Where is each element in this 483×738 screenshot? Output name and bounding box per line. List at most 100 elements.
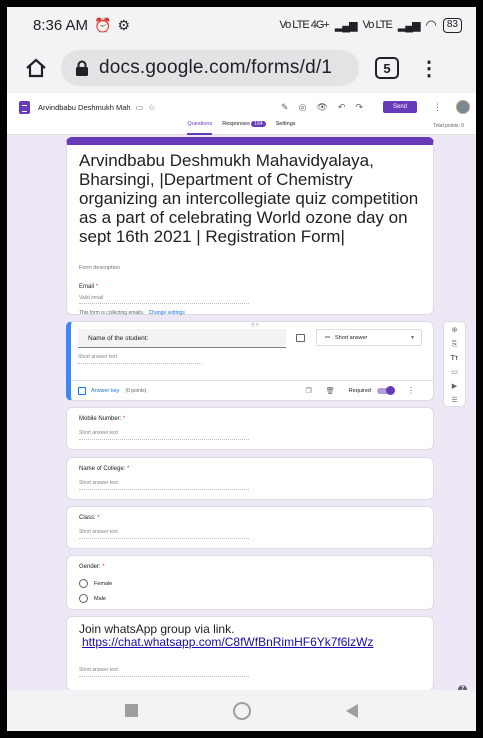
gear-icon: ⚙ bbox=[117, 16, 131, 33]
home-button[interactable] bbox=[232, 701, 251, 720]
answer-key-link[interactable]: Answer key bbox=[91, 388, 119, 394]
email-label-text: Email bbox=[79, 284, 95, 290]
side-toolbar: ⊕ ⎘ Tт ▭ ▶ ☰ bbox=[443, 321, 466, 407]
form-title[interactable]: Arvindbabu Deshmukh Mahavidyalaya, Bhars… bbox=[79, 151, 424, 246]
active-question-card[interactable]: ⠿⠿ Name of the student: ═ Short answer ▼… bbox=[66, 321, 434, 401]
question-footer: Answer key (0 points) ❐ 🗑 Required ⋮ bbox=[71, 380, 433, 400]
doc-title[interactable]: Arvindbabu Deshmukh Mah bbox=[38, 103, 131, 112]
chevron-down-icon: ▼ bbox=[410, 334, 415, 341]
question-card-gender[interactable]: Gender: * Female Male bbox=[66, 555, 434, 610]
home-icon[interactable] bbox=[21, 53, 51, 83]
url-text: docs.google.com/forms/d/1 bbox=[99, 57, 333, 78]
short-answer-placeholder: Short answer text bbox=[78, 354, 202, 364]
more-options-icon[interactable]: ⋮ bbox=[407, 386, 415, 395]
required-asterisk: * bbox=[102, 564, 105, 570]
address-bar[interactable]: docs.google.com/forms/d/1 bbox=[61, 50, 359, 86]
change-settings-link[interactable]: Change settings bbox=[149, 310, 185, 316]
question-card-college[interactable]: Name of College: * Short answer text bbox=[66, 457, 434, 500]
short-answer-placeholder: Short answer text bbox=[79, 529, 249, 539]
email-label: Email * bbox=[79, 284, 98, 290]
required-toggle[interactable] bbox=[377, 385, 395, 395]
question-card-mobile[interactable]: Mobile Number: * Short answer text bbox=[66, 407, 434, 450]
question-card-class[interactable]: Class: * Short answer text bbox=[66, 506, 434, 549]
forms-logo-icon[interactable] bbox=[19, 100, 30, 114]
customize-theme-icon[interactable]: ✎ bbox=[281, 102, 289, 113]
tab-responses-label: Responses bbox=[222, 121, 250, 127]
wifi-icon: ◠ bbox=[425, 17, 437, 32]
collecting-text: This form is collecting emails. bbox=[79, 310, 145, 316]
browser-menu-icon[interactable]: ⋮ bbox=[419, 56, 439, 81]
signal-icon: ▂▄▆ bbox=[397, 19, 421, 32]
network-1-label: Vo LTE 4G+ bbox=[279, 19, 329, 31]
question-label-text: Class: bbox=[79, 515, 96, 521]
add-question-icon[interactable]: ⊕ bbox=[450, 326, 460, 336]
responses-count-badge: 164 bbox=[251, 121, 266, 127]
question-type-select[interactable]: ═ Short answer ▼ bbox=[316, 329, 422, 346]
back-button[interactable] bbox=[346, 703, 359, 718]
status-bar: 8:36 AM ⏰ ⚙ Vo LTE 4G+ ▂▄▆ Vo LTE ▂▄▆ ◠ … bbox=[7, 7, 476, 43]
whatsapp-link[interactable]: https://chat.whatsapp.com/C8fWfBnRimHF6Y… bbox=[82, 636, 427, 649]
radio-option-female[interactable]: Female bbox=[79, 579, 112, 588]
redo-icon[interactable]: ↷ bbox=[355, 102, 363, 113]
radio-button[interactable] bbox=[79, 594, 88, 603]
required-label: Required bbox=[348, 387, 371, 394]
tab-switcher-button[interactable]: 5 bbox=[375, 57, 399, 79]
undo-icon[interactable]: ↶ bbox=[338, 102, 346, 113]
question-title-input[interactable]: Name of the student: bbox=[78, 329, 286, 348]
radio-option-label: Male bbox=[94, 595, 106, 602]
forms-tabs: Questions Responses 164 Settings bbox=[7, 121, 476, 135]
palette-icon[interactable]: ◎ bbox=[299, 102, 307, 113]
email-field[interactable]: Valid email bbox=[79, 295, 249, 304]
system-nav-bar bbox=[7, 690, 476, 731]
add-title-icon[interactable]: Tт bbox=[450, 354, 460, 364]
required-asterisk: * bbox=[127, 466, 130, 472]
add-video-icon[interactable]: ▶ bbox=[450, 382, 460, 392]
question-label: Gender: * bbox=[79, 564, 105, 570]
tab-settings[interactable]: Settings bbox=[276, 121, 296, 135]
delete-icon[interactable]: 🗑 bbox=[326, 387, 335, 395]
network-2-label: Vo LTE bbox=[362, 19, 393, 31]
duplicate-icon[interactable]: ❐ bbox=[306, 387, 312, 395]
tab-responses[interactable]: Responses 164 bbox=[222, 121, 266, 135]
radio-button[interactable] bbox=[79, 579, 88, 588]
form-title-card[interactable]: Arvindbabu Deshmukh Mahavidyalaya, Bhars… bbox=[66, 137, 434, 316]
question-label: Mobile Number: * bbox=[79, 416, 125, 422]
preview-eye-icon[interactable]: 👁 bbox=[316, 102, 327, 113]
form-description[interactable]: Form description bbox=[79, 265, 120, 271]
avatar[interactable] bbox=[456, 100, 470, 114]
send-button[interactable]: Send bbox=[382, 101, 417, 113]
required-asterisk: * bbox=[97, 515, 100, 521]
required-asterisk: * bbox=[123, 416, 126, 422]
form-canvas: Arvindbabu Deshmukh Mahavidyalaya, Bhars… bbox=[7, 135, 476, 690]
alarm-icon: ⏰ bbox=[94, 16, 112, 33]
short-answer-icon: ═ bbox=[325, 334, 330, 341]
short-answer-placeholder: Short answer text bbox=[79, 430, 249, 440]
more-options-icon[interactable]: ⋮ bbox=[433, 102, 442, 113]
forms-header: Arvindbabu Deshmukh Mah ▭ ☆ ✎ ◎ 👁 ↶ ↷ Se… bbox=[7, 93, 476, 135]
question-label-text: Mobile Number: bbox=[79, 416, 122, 422]
import-questions-icon[interactable]: ⎘ bbox=[450, 340, 460, 350]
add-image-icon[interactable] bbox=[296, 334, 305, 342]
add-image-icon[interactable]: ▭ bbox=[450, 368, 460, 378]
folder-icon[interactable]: ▭ bbox=[136, 103, 144, 112]
phone-screen: 8:36 AM ⏰ ⚙ Vo LTE 4G+ ▂▄▆ Vo LTE ▂▄▆ ◠ … bbox=[7, 7, 476, 731]
short-answer-placeholder: Short answer text bbox=[79, 667, 249, 677]
total-points: Total points: 0 bbox=[433, 123, 464, 129]
add-section-icon[interactable]: ☰ bbox=[450, 396, 460, 406]
radio-option-male[interactable]: Male bbox=[79, 594, 106, 603]
question-card-whatsapp[interactable]: Join whatsApp group via link. https://ch… bbox=[66, 616, 434, 690]
star-icon[interactable]: ☆ bbox=[148, 103, 155, 112]
lock-icon bbox=[75, 60, 89, 76]
points-label: (0 points) bbox=[125, 387, 147, 394]
required-asterisk: * bbox=[95, 284, 99, 290]
question-label-text: Name of College: bbox=[79, 466, 126, 472]
signal-icon: ▂▄▆ bbox=[334, 19, 358, 32]
status-right: Vo LTE 4G+ ▂▄▆ Vo LTE ▂▄▆ ◠ 83 bbox=[279, 17, 462, 33]
status-time: 8:36 AM bbox=[33, 16, 89, 34]
battery-indicator: 83 bbox=[442, 17, 462, 33]
recents-button[interactable] bbox=[124, 704, 138, 717]
tab-questions[interactable]: Questions bbox=[187, 121, 213, 135]
question-label: Name of College: * bbox=[79, 466, 129, 472]
answer-key-icon[interactable] bbox=[78, 386, 86, 395]
question-type-label: Short answer bbox=[334, 334, 368, 341]
